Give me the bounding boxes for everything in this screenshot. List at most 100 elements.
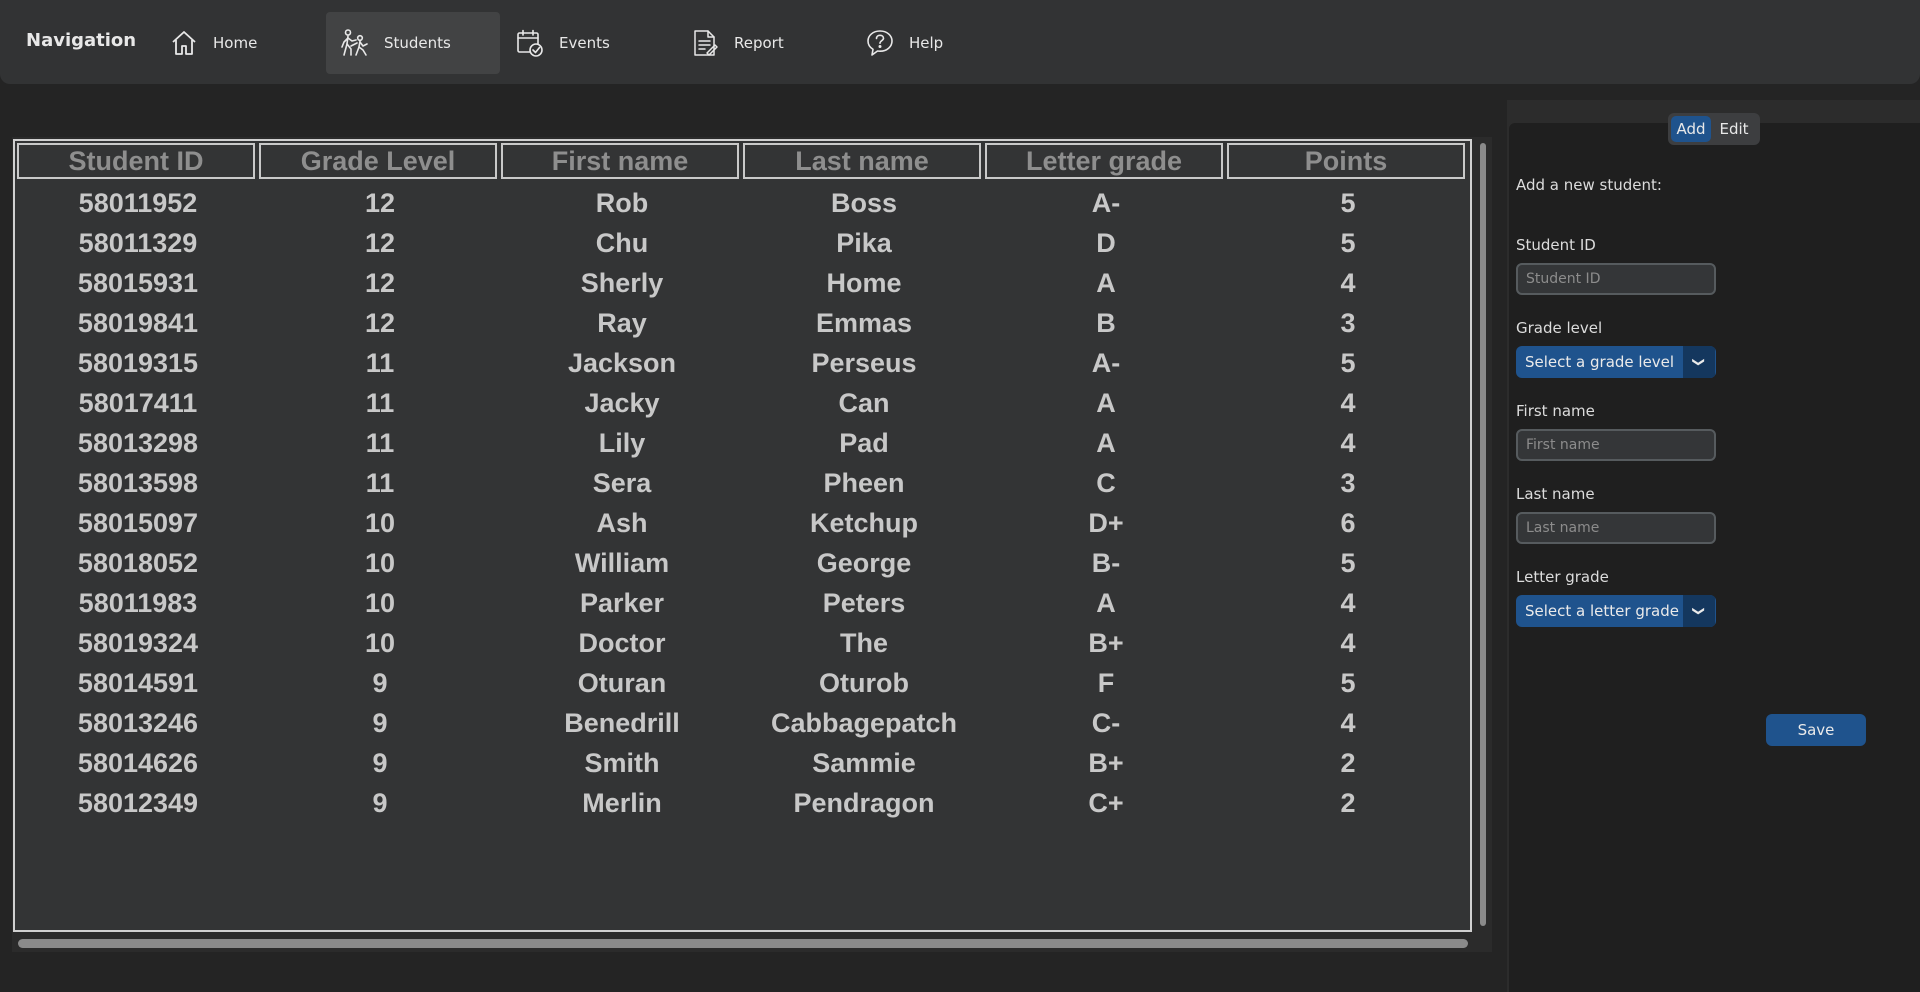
cell-letter-grade: A- bbox=[1091, 187, 1121, 218]
cell-grade-level: 12 bbox=[364, 307, 396, 338]
table-header: Student ID Grade Level First name Last n… bbox=[17, 143, 1469, 179]
nav-item-students[interactable]: Students bbox=[326, 12, 500, 74]
chevron-down-icon[interactable]: ❯ bbox=[1683, 595, 1715, 627]
cell-student-id: 58014626 bbox=[77, 747, 199, 778]
nav-title: Navigation bbox=[26, 30, 137, 51]
table-row[interactable]: 58019841 12 Ray Emmas B 3 bbox=[17, 303, 1469, 343]
table-row[interactable]: 58015931 12 Sherly Home A 4 bbox=[17, 263, 1469, 303]
grade-level-label: Grade level bbox=[1516, 319, 1603, 337]
table-row[interactable]: 58011952 12 Rob Boss A- 5 bbox=[17, 183, 1469, 223]
student-id-label: Student ID bbox=[1516, 236, 1596, 254]
students-table: Student ID Grade Level First name Last n… bbox=[13, 139, 1472, 932]
cell-points: 3 bbox=[1340, 467, 1356, 498]
cell-grade-level: 9 bbox=[372, 667, 388, 698]
tab-edit[interactable]: Edit bbox=[1711, 116, 1757, 142]
help-icon bbox=[867, 30, 893, 56]
cell-letter-grade: A bbox=[1096, 587, 1116, 618]
cell-last-name: Perseus bbox=[811, 347, 917, 378]
cell-last-name: Pad bbox=[839, 427, 889, 458]
last-name-label: Last name bbox=[1516, 485, 1595, 503]
column-header-last-name[interactable]: Last name bbox=[743, 143, 981, 179]
cell-points: 4 bbox=[1340, 427, 1356, 458]
cell-grade-level: 12 bbox=[364, 187, 396, 218]
column-header-first-name[interactable]: First name bbox=[501, 143, 739, 179]
grade-level-select[interactable]: Select a grade level ❯ bbox=[1516, 346, 1716, 378]
grade-level-select-value: Select a grade level bbox=[1525, 353, 1675, 371]
cell-grade-level: 10 bbox=[364, 507, 396, 538]
cell-letter-grade: F bbox=[1097, 667, 1115, 698]
cell-letter-grade: B bbox=[1096, 307, 1116, 338]
table-row[interactable]: 58012349 9 Merlin Pendragon C+ 2 bbox=[17, 783, 1469, 823]
cell-grade-level: 11 bbox=[365, 427, 395, 458]
cell-grade-level: 9 bbox=[372, 707, 388, 738]
cell-last-name: Pheen bbox=[823, 467, 905, 498]
cell-student-id: 58013598 bbox=[77, 467, 199, 498]
student-id-input[interactable] bbox=[1516, 263, 1716, 295]
cell-student-id: 58019315 bbox=[77, 347, 199, 378]
cell-grade-level: 11 bbox=[365, 347, 395, 378]
column-header-grade-level[interactable]: Grade Level bbox=[259, 143, 497, 179]
column-header-points[interactable]: Points bbox=[1227, 143, 1465, 179]
first-name-label: First name bbox=[1516, 402, 1595, 420]
cell-points: 5 bbox=[1340, 547, 1356, 578]
horizontal-scrollbar-thumb[interactable] bbox=[18, 939, 1468, 948]
letter-grade-select[interactable]: Select a letter grade ❯ bbox=[1516, 595, 1716, 627]
cell-letter-grade: B+ bbox=[1088, 747, 1124, 778]
cell-letter-grade: A bbox=[1096, 267, 1116, 298]
cell-points: 6 bbox=[1340, 507, 1356, 538]
cell-grade-level: 10 bbox=[364, 587, 396, 618]
table-row[interactable]: 58011983 10 Parker Peters A 4 bbox=[17, 583, 1469, 623]
cell-letter-grade: A bbox=[1096, 387, 1116, 418]
table-row[interactable]: 58013598 11 Sera Pheen C 3 bbox=[17, 463, 1469, 503]
cell-last-name: Peters bbox=[822, 587, 906, 618]
table-row[interactable]: 58019324 10 Doctor The B+ 4 bbox=[17, 623, 1469, 663]
cell-points: 4 bbox=[1340, 587, 1356, 618]
cell-points: 5 bbox=[1340, 347, 1356, 378]
report-icon bbox=[694, 30, 718, 56]
last-name-input[interactable] bbox=[1516, 512, 1716, 544]
nav-item-events[interactable]: Events bbox=[501, 12, 675, 74]
cell-student-id: 58019841 bbox=[77, 307, 199, 338]
column-header-letter-grade[interactable]: Letter grade bbox=[985, 143, 1223, 179]
form-heading: Add a new student: bbox=[1516, 176, 1662, 194]
cell-letter-grade: B- bbox=[1091, 547, 1121, 578]
cell-grade-level: 9 bbox=[372, 787, 388, 818]
table-row[interactable]: 58019315 11 Jackson Perseus A- 5 bbox=[17, 343, 1469, 383]
cell-student-id: 58018052 bbox=[77, 547, 199, 578]
cell-last-name: George bbox=[816, 547, 912, 578]
cell-grade-level: 10 bbox=[364, 627, 396, 658]
home-icon bbox=[172, 31, 196, 55]
cell-grade-level: 11 bbox=[365, 387, 395, 418]
cell-points: 3 bbox=[1340, 307, 1356, 338]
mode-tab-switch: Add Edit bbox=[1668, 113, 1760, 145]
cell-student-id: 58013298 bbox=[77, 427, 199, 458]
cell-last-name: Emmas bbox=[815, 307, 913, 338]
cell-first-name: Merlin bbox=[582, 787, 662, 818]
chevron-down-icon[interactable]: ❯ bbox=[1683, 346, 1715, 378]
table-row[interactable]: 58015097 10 Ash Ketchup D+ 6 bbox=[17, 503, 1469, 543]
cell-first-name: Doctor bbox=[578, 627, 666, 658]
table-row[interactable]: 58018052 10 William George B- 5 bbox=[17, 543, 1469, 583]
column-header-student-id[interactable]: Student ID bbox=[17, 143, 255, 179]
table-row[interactable]: 58017411 11 Jacky Can A 4 bbox=[17, 383, 1469, 423]
table-row[interactable]: 58013298 11 Lily Pad A 4 bbox=[17, 423, 1469, 463]
cell-student-id: 58011329 bbox=[78, 227, 198, 258]
tab-add[interactable]: Add bbox=[1671, 116, 1711, 142]
save-button[interactable]: Save bbox=[1766, 714, 1866, 746]
table-row[interactable]: 58014626 9 Smith Sammie B+ 2 bbox=[17, 743, 1469, 783]
nav-item-home[interactable]: Home bbox=[155, 12, 329, 74]
table-row[interactable]: 58013246 9 Benedrill Cabbagepatch C- 4 bbox=[17, 703, 1469, 743]
cell-first-name: Oturan bbox=[577, 667, 667, 698]
nav-item-label: Home bbox=[213, 34, 258, 52]
cell-points: 2 bbox=[1340, 787, 1356, 818]
nav-item-help[interactable]: Help bbox=[851, 12, 1025, 74]
cell-last-name: The bbox=[839, 627, 888, 658]
table-row[interactable]: 58011329 12 Chu Pika D 5 bbox=[17, 223, 1469, 263]
first-name-input[interactable] bbox=[1516, 429, 1716, 461]
cell-grade-level: 11 bbox=[365, 467, 395, 498]
cell-first-name: Rob bbox=[595, 187, 649, 218]
table-row[interactable]: 58014591 9 Oturan Oturob F 5 bbox=[17, 663, 1469, 703]
cell-first-name: Lily bbox=[598, 427, 646, 458]
vertical-scrollbar-thumb[interactable] bbox=[1480, 143, 1486, 926]
nav-item-report[interactable]: Report bbox=[676, 12, 850, 74]
